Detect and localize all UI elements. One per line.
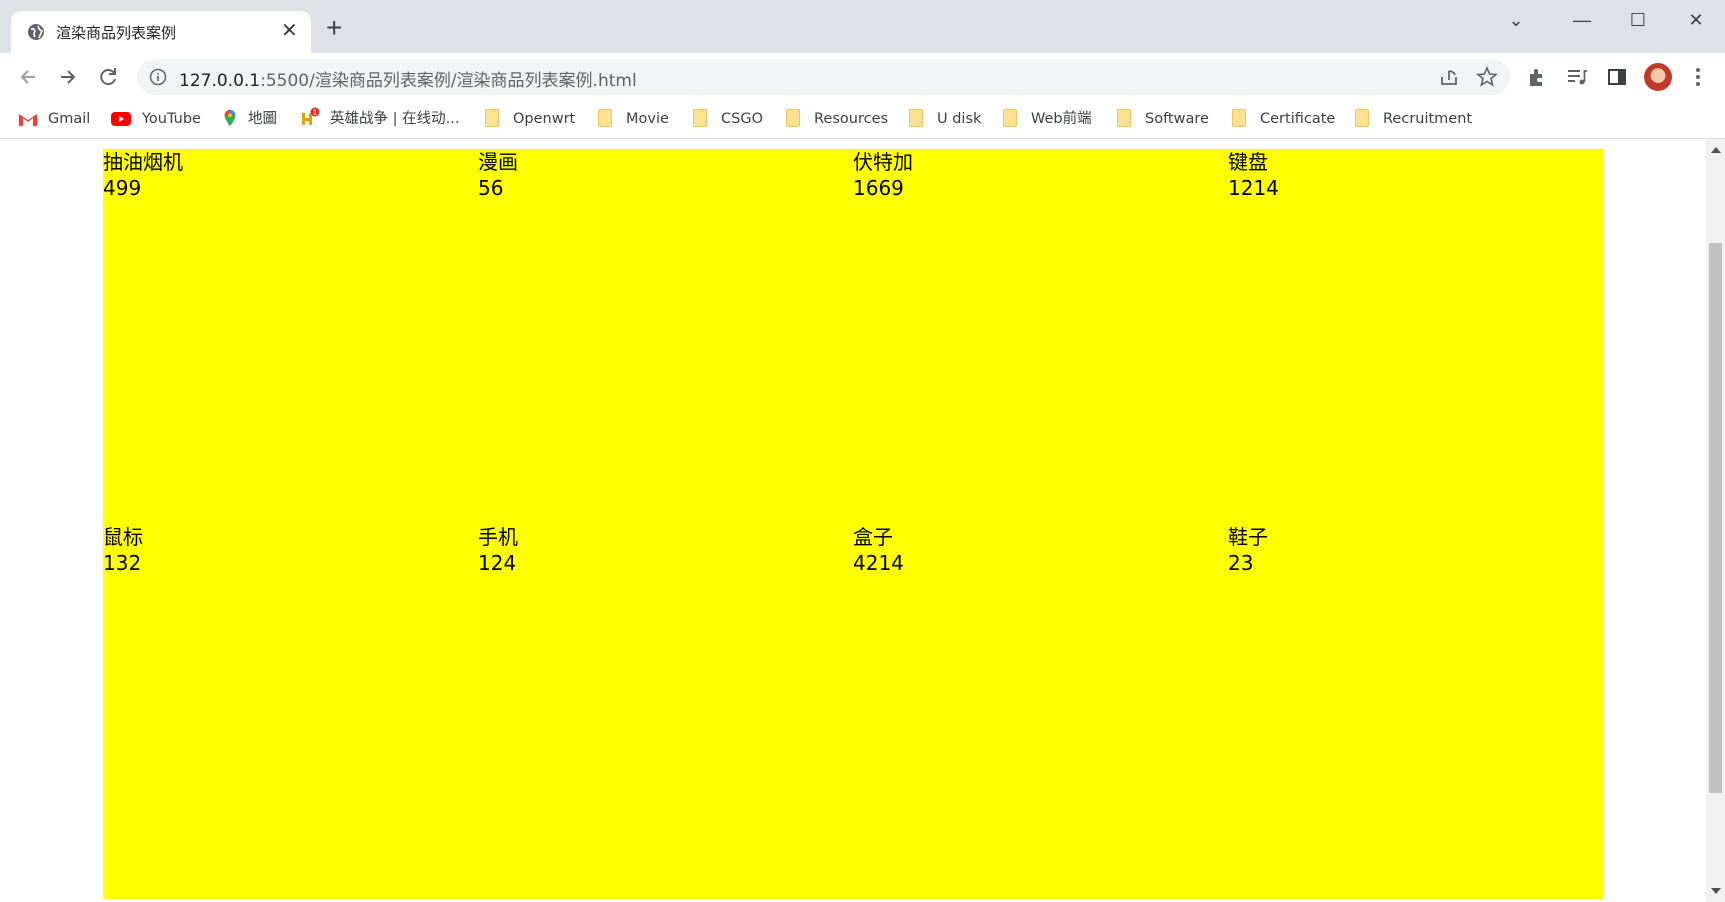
folder-icon: [1355, 109, 1369, 127]
tab-search-icon[interactable]: ⌄: [1496, 6, 1536, 34]
maps-icon: [224, 109, 236, 127]
bookmarks-bar: Gmail YouTube 地圖 1 英雄战争 | 在线动... Openwrt…: [0, 101, 1725, 139]
site-info-icon[interactable]: [149, 68, 167, 86]
bookmark-folder-resources[interactable]: Resources: [786, 107, 888, 131]
bookmark-folder-software[interactable]: Software: [1117, 107, 1209, 131]
folder-icon: [1003, 109, 1017, 127]
goods-item: 漫画 56: [478, 149, 853, 524]
browser-tab[interactable]: 渲染商品列表案例 ✕: [11, 11, 311, 53]
address-bar[interactable]: 127.0.0.1:5500/渲染商品列表案例/渲染商品列表案例.html: [137, 59, 1510, 95]
folder-icon: [693, 109, 707, 127]
youtube-icon: [111, 112, 131, 126]
bookmark-game[interactable]: 1 英雄战争 | 在线动...: [300, 107, 459, 131]
bookmark-maps[interactable]: 地圖: [222, 107, 277, 131]
tab-strip: 渲染商品列表案例 ✕ + ⌄ — ☐ ✕: [0, 0, 1725, 53]
folder-icon: [786, 109, 800, 127]
folder-icon: [1117, 109, 1131, 127]
goods-name: 鼠标: [103, 525, 143, 549]
tab-close-icon[interactable]: ✕: [281, 20, 298, 42]
goods-item: 键盘 1214: [1228, 149, 1603, 524]
scrollbar-thumb[interactable]: [1709, 243, 1722, 793]
globe-icon: [28, 24, 44, 40]
goods-name: 抽油烟机: [103, 150, 183, 174]
media-control-icon[interactable]: [1565, 65, 1589, 89]
folder-icon: [598, 109, 612, 127]
goods-name: 鞋子: [1228, 525, 1268, 549]
goods-item: 盒子 4214: [853, 524, 1228, 899]
goods-price: 23: [1228, 551, 1254, 575]
goods-price: 132: [103, 551, 142, 575]
bookmark-gmail[interactable]: Gmail: [18, 107, 90, 131]
goods-item: 鼠标 132: [103, 524, 478, 899]
svg-text:1: 1: [313, 109, 317, 117]
reload-icon[interactable]: [94, 63, 122, 91]
side-panel-icon[interactable]: [1605, 65, 1629, 89]
goods-price: 4214: [853, 551, 904, 575]
bookmark-star-icon[interactable]: [1475, 65, 1499, 89]
bookmark-folder-csgo[interactable]: CSGO: [693, 107, 763, 131]
url-path: :5500/渲染商品列表案例/渲染商品列表案例.html: [260, 71, 637, 91]
goods-name: 伏特加: [853, 150, 913, 174]
share-icon[interactable]: [1437, 65, 1461, 89]
goods-price: 1214: [1228, 176, 1279, 200]
goods-item: 鞋子 23: [1228, 524, 1603, 899]
more-menu-icon[interactable]: [1686, 65, 1710, 89]
bookmark-folder-movie[interactable]: Movie: [598, 107, 669, 131]
page-viewport: 抽油烟机 499 漫画 56 伏特加 1669 键盘 1214 鼠标 132 手机 124 …: [0, 139, 1706, 902]
close-window-button[interactable]: ✕: [1676, 6, 1716, 34]
back-icon[interactable]: [14, 63, 42, 91]
maximize-button[interactable]: ☐: [1618, 6, 1658, 34]
goods-price: 56: [478, 176, 504, 200]
new-tab-button[interactable]: +: [326, 14, 342, 42]
goods-item: 伏特加 1669: [853, 149, 1228, 524]
bookmark-folder-udisk[interactable]: U disk: [909, 107, 981, 131]
goods-list: 抽油烟机 499 漫画 56 伏特加 1669 键盘 1214 鼠标 132 手机 124 …: [103, 149, 1603, 899]
folder-icon: [909, 109, 923, 127]
folder-icon: [485, 109, 499, 127]
goods-name: 键盘: [1228, 150, 1268, 174]
goods-price: 1669: [853, 176, 904, 200]
vertical-scrollbar[interactable]: [1706, 139, 1725, 902]
goods-name: 漫画: [478, 150, 518, 174]
gmail-icon: [19, 114, 37, 126]
toolbar: 127.0.0.1:5500/渲染商品列表案例/渲染商品列表案例.html: [0, 53, 1725, 101]
url-host: 127.0.0.1: [179, 71, 261, 91]
folder-icon: [1232, 109, 1246, 127]
forward-icon[interactable]: [54, 63, 82, 91]
bookmark-folder-web[interactable]: Web前端: [1003, 107, 1092, 131]
bookmark-folder-recruitment[interactable]: Recruitment: [1355, 107, 1472, 131]
goods-price: 499: [103, 176, 142, 200]
bookmark-youtube[interactable]: YouTube: [110, 107, 201, 131]
goods-price: 124: [478, 551, 517, 575]
goods-item: 抽油烟机 499: [103, 149, 478, 524]
minimize-button[interactable]: —: [1562, 6, 1602, 34]
bookmark-folder-openwrt[interactable]: Openwrt: [485, 107, 575, 131]
game-icon: 1: [302, 107, 320, 125]
profile-avatar[interactable]: [1644, 63, 1672, 91]
goods-item: 手机 124: [478, 524, 853, 899]
bookmark-folder-certificate[interactable]: Certificate: [1232, 107, 1335, 131]
scroll-up-arrow-icon[interactable]: [1711, 147, 1721, 153]
goods-name: 盒子: [853, 525, 893, 549]
url-text: 127.0.0.1:5500/渲染商品列表案例/渲染商品列表案例.html: [179, 66, 637, 91]
tab-title: 渲染商品列表案例: [56, 24, 177, 42]
goods-name: 手机: [478, 525, 518, 549]
extensions-icon[interactable]: [1525, 65, 1549, 89]
scroll-down-arrow-icon[interactable]: [1711, 888, 1721, 894]
